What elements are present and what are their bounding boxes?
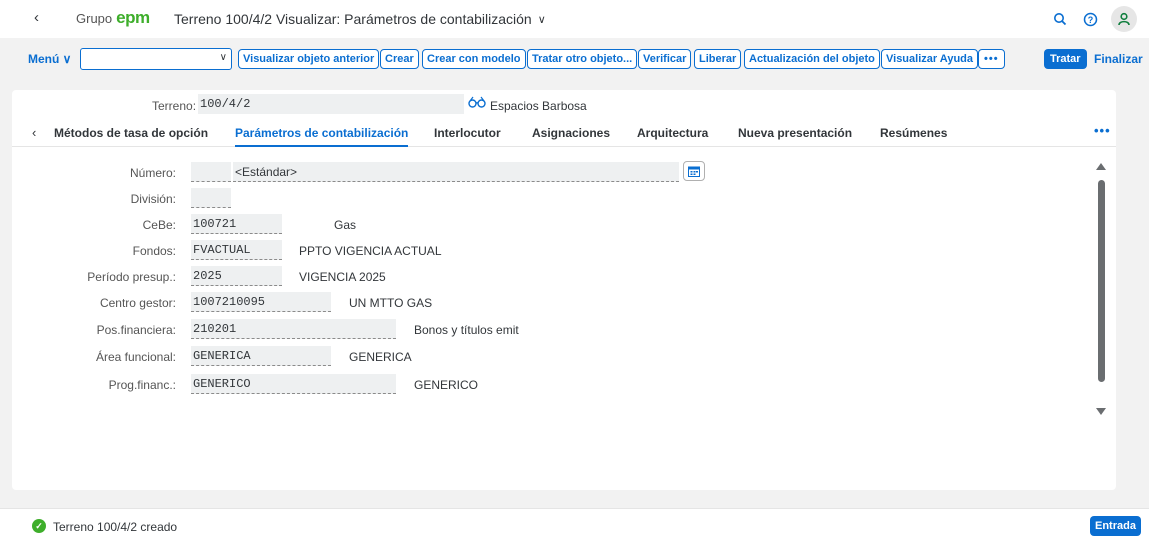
main-panel: Terreno: 100/4/2 Espacios Barbosa ‹ Méto… bbox=[12, 90, 1116, 490]
periodo-presup-input[interactable]: 2025 bbox=[191, 266, 282, 286]
periodo-presup-label: Período presup.: bbox=[87, 270, 176, 284]
entrada-button[interactable]: Entrada bbox=[1090, 516, 1141, 536]
search-icon[interactable] bbox=[1045, 4, 1075, 34]
cebe-label: CeBe: bbox=[142, 218, 176, 232]
release-button[interactable]: Liberar bbox=[694, 49, 742, 69]
logo-epm-text: epm bbox=[116, 8, 150, 27]
logo-grupo-text: Grupo bbox=[76, 11, 113, 26]
app-title-menu[interactable]: Terreno 100/4/2 Visualizar: Parámetros d… bbox=[174, 11, 546, 27]
tab-nueva-presentacion[interactable]: Nueva presentación bbox=[738, 126, 852, 140]
pos-financiera-input[interactable]: 210201 bbox=[191, 319, 396, 339]
success-check-icon: ✓ bbox=[32, 519, 46, 533]
fondos-description: PPTO VIGENCIA ACTUAL bbox=[299, 244, 442, 258]
show-help-button[interactable]: Visualizar Ayuda bbox=[881, 49, 979, 69]
centro-gestor-description: UN MTTO GAS bbox=[349, 296, 433, 310]
tab-parametros-contabilizacion[interactable]: Parámetros de contabilización bbox=[235, 126, 409, 147]
numero-description: <Estándar> bbox=[233, 162, 679, 182]
tab-interlocutor[interactable]: Interlocutor bbox=[434, 126, 501, 140]
tab-scroll-left-icon[interactable]: ‹ bbox=[32, 125, 36, 140]
finish-button[interactable]: Finalizar bbox=[1094, 52, 1143, 66]
tab-resumenes[interactable]: Resúmenes bbox=[880, 126, 947, 140]
vertical-scrollbar[interactable] bbox=[1098, 180, 1105, 382]
tab-asignaciones[interactable]: Asignaciones bbox=[532, 126, 610, 140]
pos-financiera-description: Bonos y títulos emit bbox=[414, 323, 519, 337]
edit-other-object-button[interactable]: Tratar otro objeto... bbox=[527, 49, 638, 69]
menu-button[interactable]: Menú ∨ bbox=[28, 52, 71, 66]
help-icon[interactable]: ? bbox=[1075, 4, 1105, 34]
area-funcional-label: Área funcional: bbox=[95, 350, 176, 364]
company-logo: Grupo epm bbox=[76, 8, 150, 28]
cebe-input[interactable]: 100721 bbox=[191, 214, 282, 234]
create-with-template-button[interactable]: Crear con modelo bbox=[422, 49, 526, 69]
terreno-description: Espacios Barbosa bbox=[490, 99, 587, 113]
periodo-presup-description: VIGENCIA 2025 bbox=[299, 270, 386, 284]
division-label: División: bbox=[130, 192, 176, 206]
terreno-label: Terreno: bbox=[152, 99, 197, 113]
pos-financiera-label: Pos.financiera: bbox=[96, 323, 176, 337]
user-avatar-icon[interactable] bbox=[1111, 6, 1137, 32]
tabs-overflow-button[interactable]: ••• bbox=[1094, 123, 1111, 138]
numero-label: Número: bbox=[129, 166, 176, 180]
tab-bar: ‹ Métodos de tasa de opción Parámetros d… bbox=[12, 121, 1116, 147]
prog-financ-description: GENERICO bbox=[414, 378, 479, 392]
prog-financ-input[interactable]: GENERICO bbox=[191, 374, 396, 394]
tab-metodos-tasa-opcion[interactable]: Métodos de tasa de opción bbox=[54, 126, 208, 140]
chevron-down-icon: ∨ bbox=[537, 13, 546, 26]
create-button[interactable]: Crear bbox=[380, 49, 419, 69]
fondos-input[interactable]: FVACTUAL bbox=[191, 240, 282, 260]
scroll-down-arrow-icon[interactable] bbox=[1096, 408, 1106, 415]
edit-button[interactable]: Tratar bbox=[1044, 49, 1087, 69]
shell-bar: ‹ Grupo epm Terreno 100/4/2 Visualizar: … bbox=[0, 0, 1149, 38]
scroll-up-arrow-icon[interactable] bbox=[1096, 163, 1106, 170]
cebe-description: Gas bbox=[334, 218, 357, 232]
verify-button[interactable]: Verificar bbox=[638, 49, 692, 69]
tab-arquitectura[interactable]: Arquitectura bbox=[637, 126, 708, 140]
fondos-label: Fondos: bbox=[132, 244, 176, 258]
prog-financ-label: Prog.financ.: bbox=[108, 378, 176, 392]
dropdown-arrow-icon: ∨ bbox=[219, 52, 227, 63]
area-funcional-input[interactable]: GENERICA bbox=[191, 346, 331, 366]
back-chevron-icon[interactable]: ‹ bbox=[34, 9, 39, 26]
numero-input[interactable] bbox=[191, 162, 231, 182]
status-message: Terreno 100/4/2 creado bbox=[53, 520, 178, 534]
terreno-value: 100/4/2 bbox=[198, 94, 464, 114]
status-bar: ✓ Terreno 100/4/2 creado Entrada bbox=[0, 508, 1149, 540]
centro-gestor-label: Centro gestor: bbox=[99, 296, 176, 310]
application-toolbar: Menú ∨ ∨ Visualizar objeto anterior Crea… bbox=[0, 46, 1149, 74]
area-funcional-description: GENERICA bbox=[349, 350, 412, 364]
svg-text:?: ? bbox=[1087, 15, 1093, 25]
centro-gestor-input[interactable]: 1007210095 bbox=[191, 292, 331, 312]
more-actions-button[interactable]: ••• bbox=[978, 49, 1005, 69]
division-input[interactable] bbox=[191, 188, 231, 208]
prev-object-button[interactable]: Visualizar objeto anterior bbox=[238, 49, 380, 69]
calendar-icon[interactable] bbox=[683, 161, 705, 181]
update-object-button[interactable]: Actualización del objeto bbox=[744, 49, 880, 69]
command-field-select[interactable]: ∨ bbox=[80, 48, 232, 70]
glasses-icon[interactable] bbox=[467, 95, 487, 113]
app-title: Terreno 100/4/2 Visualizar: Parámetros d… bbox=[174, 11, 532, 27]
shell-actions: ? bbox=[1045, 4, 1149, 34]
